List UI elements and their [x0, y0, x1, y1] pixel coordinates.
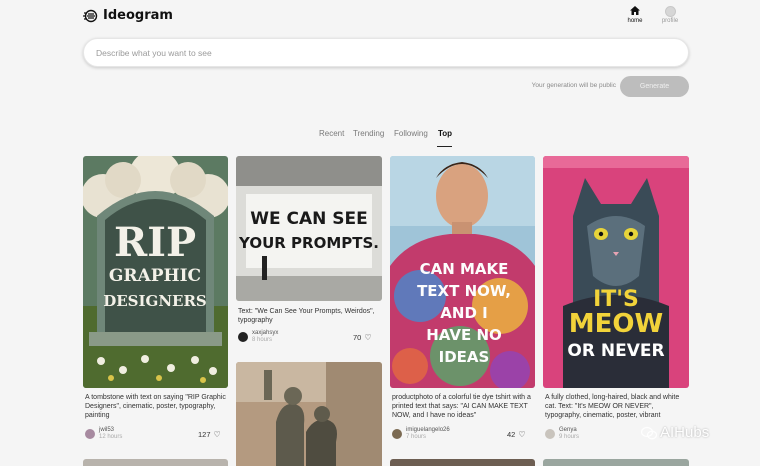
generate-button[interactable]: Generate	[620, 76, 689, 97]
brand-name: Ideogram	[103, 8, 173, 23]
card3-author[interactable]: imiguelangelo26 7 hours	[392, 427, 450, 441]
nav-profile-label: profile	[661, 18, 679, 24]
like-count: 70	[353, 333, 362, 342]
profile-avatar-icon	[664, 6, 676, 17]
nav-profile[interactable]: profile	[653, 6, 687, 24]
card1-caption: A tombstone with text on saying "RIP Gra…	[85, 394, 226, 419]
gallery-image-partial[interactable]	[83, 459, 228, 466]
tab-trending[interactable]: Trending	[353, 129, 384, 138]
home-icon	[630, 6, 640, 15]
ideogram-logo-icon	[83, 9, 98, 22]
post-time: 12 hours	[99, 434, 123, 440]
avatar	[545, 429, 555, 439]
card1-text-rip: RIP	[114, 219, 196, 266]
brand-logo[interactable]: Ideogram	[83, 8, 173, 23]
active-tab-indicator	[437, 146, 452, 147]
gallery-image-statues[interactable]	[236, 362, 382, 466]
card3-text-line3: AND I	[440, 304, 487, 322]
card1-text-graphic: GRAPHIC	[109, 266, 201, 286]
card4-caption: A fully clothed, long-haired, black and …	[545, 394, 680, 419]
tab-following[interactable]: Following	[394, 129, 428, 138]
avatar	[85, 429, 95, 439]
card4-text-or-never: OR NEVER	[567, 341, 664, 361]
card4-text-meow: MEOW	[569, 309, 663, 339]
gallery-image-tombstone[interactable]: RIP GRAPHIC DESIGNERS	[83, 156, 228, 388]
public-notice: Your generation will be public	[531, 82, 616, 89]
heart-icon: ♡	[213, 430, 221, 439]
card2-author[interactable]: xaxjahsyx 8 hours	[238, 330, 278, 344]
heart-icon: ♡	[518, 430, 526, 439]
card2-text-line1: WE CAN SEE	[250, 209, 368, 229]
author-name: jwil53	[99, 427, 115, 433]
top-bar: Ideogram home profile	[0, 0, 760, 36]
gallery-image-tie-dye-shirt[interactable]: CAN MAKE TEXT NOW, AND I HAVE NO IDEAS	[390, 156, 535, 388]
card2-caption: Text: "We Can See Your Prompts, Weirdos"…	[238, 308, 375, 324]
card4-author[interactable]: Genya 9 hours	[545, 427, 579, 441]
feed-tabs: Recent Trending Following Top	[0, 129, 760, 149]
watermark-text: AIHubs	[660, 424, 710, 441]
card3-caption: productphoto of a colorful tie dye tshir…	[392, 394, 531, 419]
card1-text-designers: DESIGNERS	[103, 292, 207, 310]
tab-top[interactable]: Top	[438, 129, 452, 138]
nav-home[interactable]: home	[618, 6, 652, 24]
card3-text-line1: CAN MAKE	[420, 260, 509, 278]
heart-icon: ♡	[364, 333, 372, 342]
gallery-image-partial[interactable]	[390, 459, 535, 466]
gallery-image-cat-poster[interactable]: IT'S MEOW OR NEVER	[543, 156, 689, 388]
tab-recent[interactable]: Recent	[319, 129, 344, 138]
gallery-image-wall[interactable]: WE CAN SEE YOUR PROMPTS.	[236, 156, 382, 301]
post-time: 8 hours	[252, 337, 273, 343]
gallery-image-partial[interactable]	[543, 459, 689, 466]
chat-bubble-icon	[641, 426, 657, 439]
watermark: AIHubs	[641, 424, 709, 441]
card2-like-button[interactable]: 70 ♡	[353, 333, 372, 342]
avatar	[392, 429, 402, 439]
post-time: 7 hours	[406, 434, 427, 440]
card2-text-line2: YOUR PROMPTS.	[238, 234, 379, 252]
post-time: 9 hours	[559, 434, 580, 440]
card3-like-button[interactable]: 42 ♡	[507, 430, 526, 439]
like-count: 42	[507, 430, 516, 439]
like-count: 127	[198, 430, 211, 439]
prompt-input[interactable]	[83, 38, 689, 67]
author-name: Genya	[559, 427, 577, 433]
card3-text-line5: IDEAS	[439, 348, 490, 366]
card3-text-line4: HAVE NO	[426, 326, 502, 344]
card3-text-line2: TEXT NOW,	[417, 282, 511, 300]
card1-like-button[interactable]: 127 ♡	[198, 430, 221, 439]
author-name: xaxjahsyx	[252, 330, 279, 336]
nav-home-label: home	[627, 18, 643, 24]
author-name: imiguelangelo26	[406, 427, 450, 433]
avatar	[238, 332, 248, 342]
card1-author[interactable]: jwil53 12 hours	[85, 427, 122, 441]
